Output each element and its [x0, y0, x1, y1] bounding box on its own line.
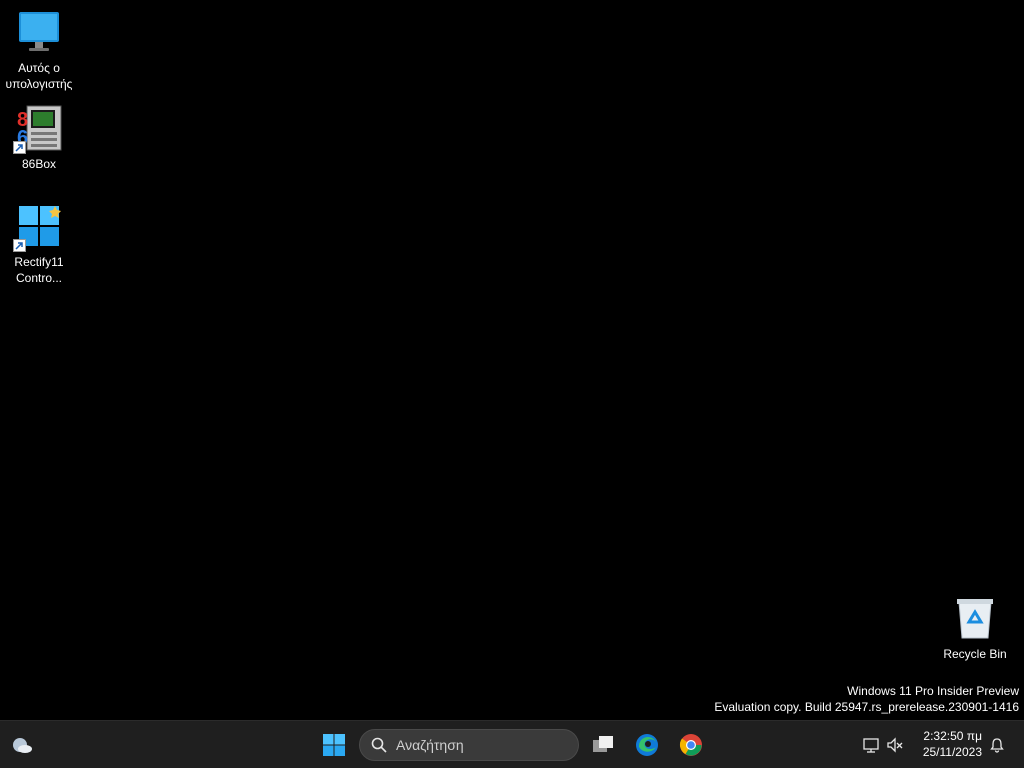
clock-date: 25/11/2023	[922, 745, 982, 759]
network-icon	[863, 738, 879, 753]
search-placeholder: Αναζήτηση	[396, 737, 464, 753]
widgets-button[interactable]	[6, 729, 38, 761]
network-tray-button[interactable]	[860, 734, 882, 756]
watermark-line-2: Evaluation copy. Build 25947.rs_prerelea…	[714, 700, 1019, 714]
recycle-bin-icon	[951, 594, 999, 642]
chrome-button[interactable]	[675, 729, 707, 761]
start-button[interactable]	[318, 729, 350, 761]
monitor-icon	[15, 8, 63, 56]
search-icon	[371, 737, 387, 753]
weather-icon	[13, 738, 32, 753]
clock[interactable]: 2:32:50 πμ 25/11/2023	[923, 728, 982, 760]
desktop-icon-label: Recycle Bin	[943, 647, 1007, 661]
desktop-icon-label: 86Box	[21, 157, 57, 171]
volume-muted-icon	[887, 737, 903, 753]
edge-icon	[636, 734, 658, 756]
clock-time: 2:32:50 πμ	[923, 729, 982, 743]
86box-icon: 8 6	[13, 104, 63, 154]
notifications-button[interactable]	[986, 734, 1008, 756]
desktop-icon-86box[interactable]: 8 6 86Box	[0, 104, 78, 172]
desktop-icon-this-pc[interactable]: Αυτός ο υπολογιστής	[0, 8, 78, 92]
windows-start-icon	[323, 734, 345, 756]
chrome-icon	[679, 734, 702, 756]
evaluation-watermark: Windows 11 Pro Insider Preview Evaluatio…	[714, 683, 1019, 715]
shortcut-arrow-icon	[13, 141, 26, 154]
search-box[interactable]: Αναζήτηση	[359, 729, 579, 761]
desktop: Αυτός ο υπολογιστής 8 6 86Box Rectify11 …	[0, 0, 1024, 720]
desktop-icon-recycle-bin[interactable]: Recycle Bin	[936, 594, 1014, 662]
desktop-icon-label: Αυτός ο υπολογιστής	[5, 61, 73, 91]
bell-icon	[990, 738, 1004, 753]
watermark-line-1: Windows 11 Pro Insider Preview	[847, 684, 1019, 698]
taskbar: Αναζήτηση 2:32:50 πμ 25/11/2023	[0, 720, 1024, 768]
task-view-icon	[593, 736, 613, 752]
task-view-button[interactable]	[587, 729, 619, 761]
volume-tray-button[interactable]	[884, 734, 906, 756]
windows-logo-icon	[13, 202, 63, 252]
edge-button[interactable]	[631, 729, 663, 761]
desktop-icon-rectify11[interactable]: Rectify11 Contro...	[0, 202, 78, 286]
desktop-icon-label: Rectify11 Contro...	[14, 255, 64, 285]
shortcut-arrow-icon	[13, 239, 26, 252]
